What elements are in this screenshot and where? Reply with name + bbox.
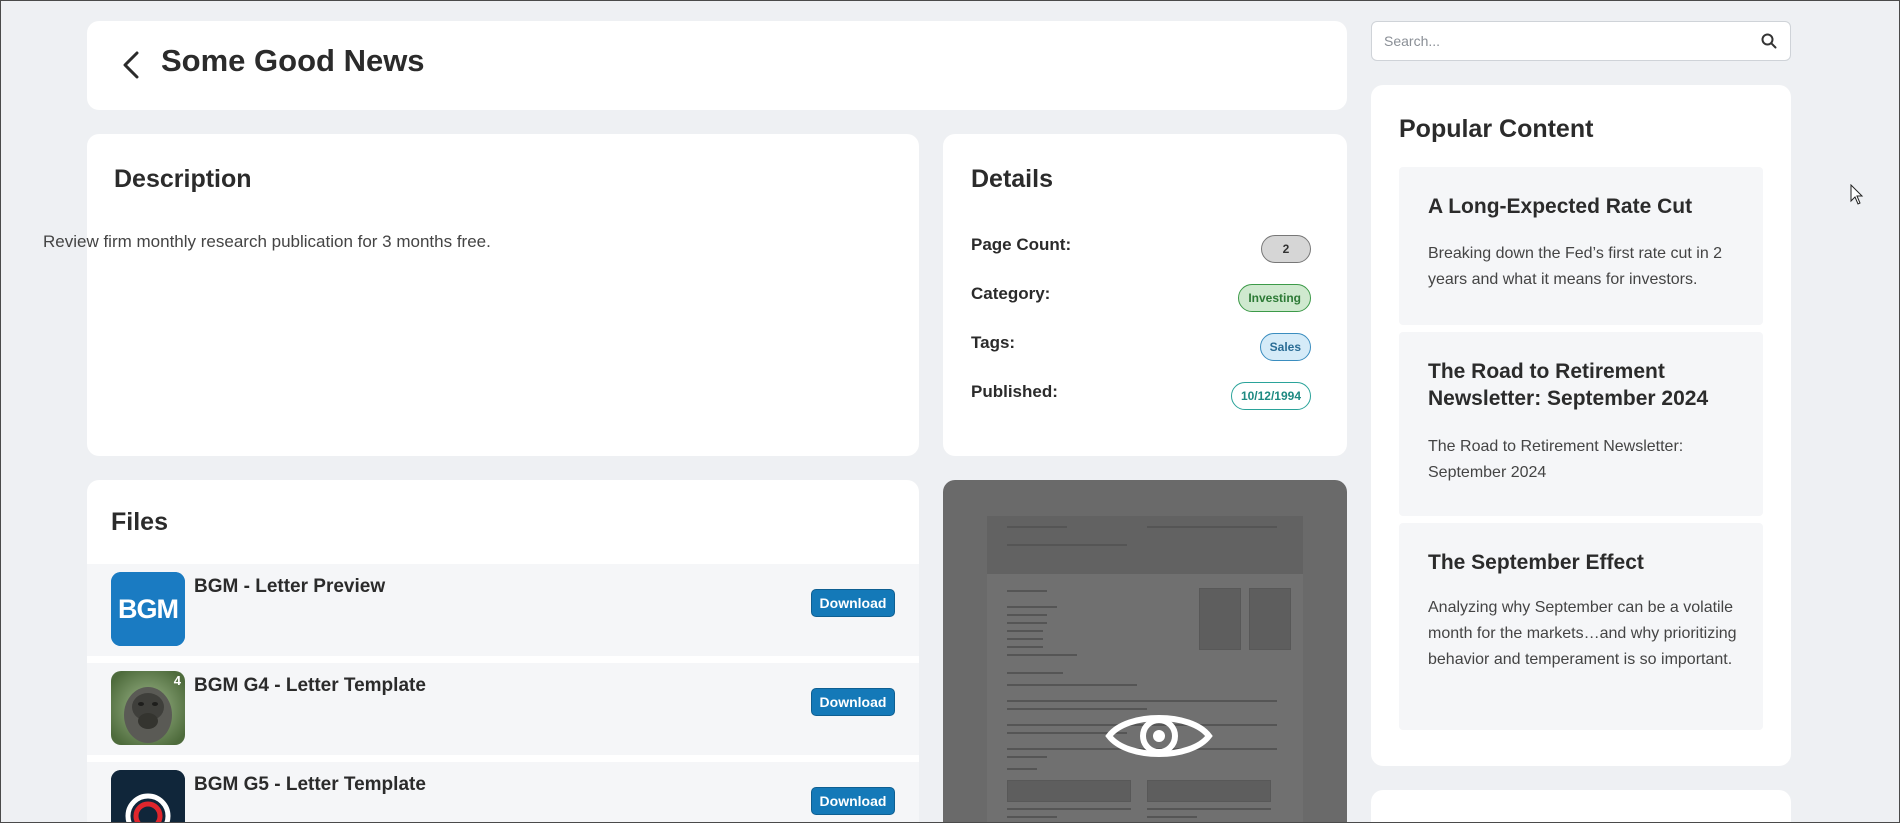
category-label: Category: xyxy=(971,284,1051,303)
files-heading: Files xyxy=(111,508,168,536)
document-preview[interactable] xyxy=(943,480,1347,823)
files-card: Files BGM BGM - Letter Preview Download xyxy=(87,480,919,823)
thumb-text: BGM xyxy=(118,594,179,624)
search-box xyxy=(1371,21,1791,61)
secondary-sidebar-card xyxy=(1371,790,1791,823)
popular-item-text: Breaking down the Fed’s first rate cut i… xyxy=(1428,245,1723,288)
popular-item[interactable]: A Long-Expected Rate Cut Breaking down t… xyxy=(1399,167,1763,325)
search-icon[interactable] xyxy=(1760,32,1778,50)
published-label: Published: xyxy=(971,382,1058,401)
download-button[interactable]: Download xyxy=(811,688,895,716)
description-card: Description xyxy=(87,134,919,456)
details-heading: Details xyxy=(971,165,1053,193)
description-text: Review firm monthly research publication… xyxy=(43,232,491,251)
file-thumbnail: BGM xyxy=(111,572,185,646)
eye-icon[interactable] xyxy=(1105,708,1213,764)
popular-item-title: The September Effect xyxy=(1428,551,1644,574)
mouse-cursor-icon xyxy=(1850,184,1864,205)
g5-logo-icon xyxy=(111,770,185,823)
description-heading: Description xyxy=(114,165,252,193)
page-count-label: Page Count: xyxy=(971,235,1072,254)
popular-content-card: Popular Content A Long-Expected Rate Cut… xyxy=(1371,85,1791,766)
popular-item[interactable]: The September Effect Analyzing why Septe… xyxy=(1399,523,1763,730)
tag-badge[interactable]: Sales xyxy=(1259,333,1311,361)
download-button[interactable]: Download xyxy=(811,787,895,815)
file-row: BGM G5 - Letter Template Download xyxy=(87,762,919,823)
file-thumbnail: 4 xyxy=(111,671,185,745)
popular-content-heading: Popular Content xyxy=(1399,115,1594,143)
download-button[interactable]: Download xyxy=(811,589,895,617)
search-input[interactable] xyxy=(1384,22,1744,60)
published-date-badge: 10/12/1994 xyxy=(1230,382,1311,410)
popular-item-text: Analyzing why September can be a volatil… xyxy=(1428,599,1737,668)
tags-label: Tags: xyxy=(971,333,1016,352)
file-title: BGM G5 - Letter Template xyxy=(194,774,426,795)
popular-item[interactable]: The Road to Retirement Newsletter: Septe… xyxy=(1399,332,1763,516)
header-card: Some Good News xyxy=(87,21,1347,110)
back-button[interactable] xyxy=(113,47,149,83)
file-row: 4 BGM G4 - Letter Template Download xyxy=(87,663,919,755)
page-title: Some Good News xyxy=(161,43,425,78)
details-card: Details Page Count: 2 Category: Investin… xyxy=(943,134,1347,456)
page-count-badge: 2 xyxy=(1261,235,1311,263)
document-thumbnail xyxy=(987,516,1303,823)
file-title: BGM G4 - Letter Template xyxy=(194,675,426,696)
popular-item-title: The Road to Retirement Newsletter: Septe… xyxy=(1428,360,1709,410)
file-title: BGM - Letter Preview xyxy=(194,576,386,597)
thumb-badge: 4 xyxy=(173,673,181,688)
chevron-left-icon xyxy=(123,51,139,79)
category-badge[interactable]: Investing xyxy=(1238,284,1311,312)
popular-item-title: A Long-Expected Rate Cut xyxy=(1428,195,1693,218)
file-thumbnail xyxy=(111,770,185,823)
popular-item-text: The Road to Retirement Newsletter: Septe… xyxy=(1428,438,1684,481)
file-row: BGM BGM - Letter Preview Download xyxy=(87,564,919,656)
